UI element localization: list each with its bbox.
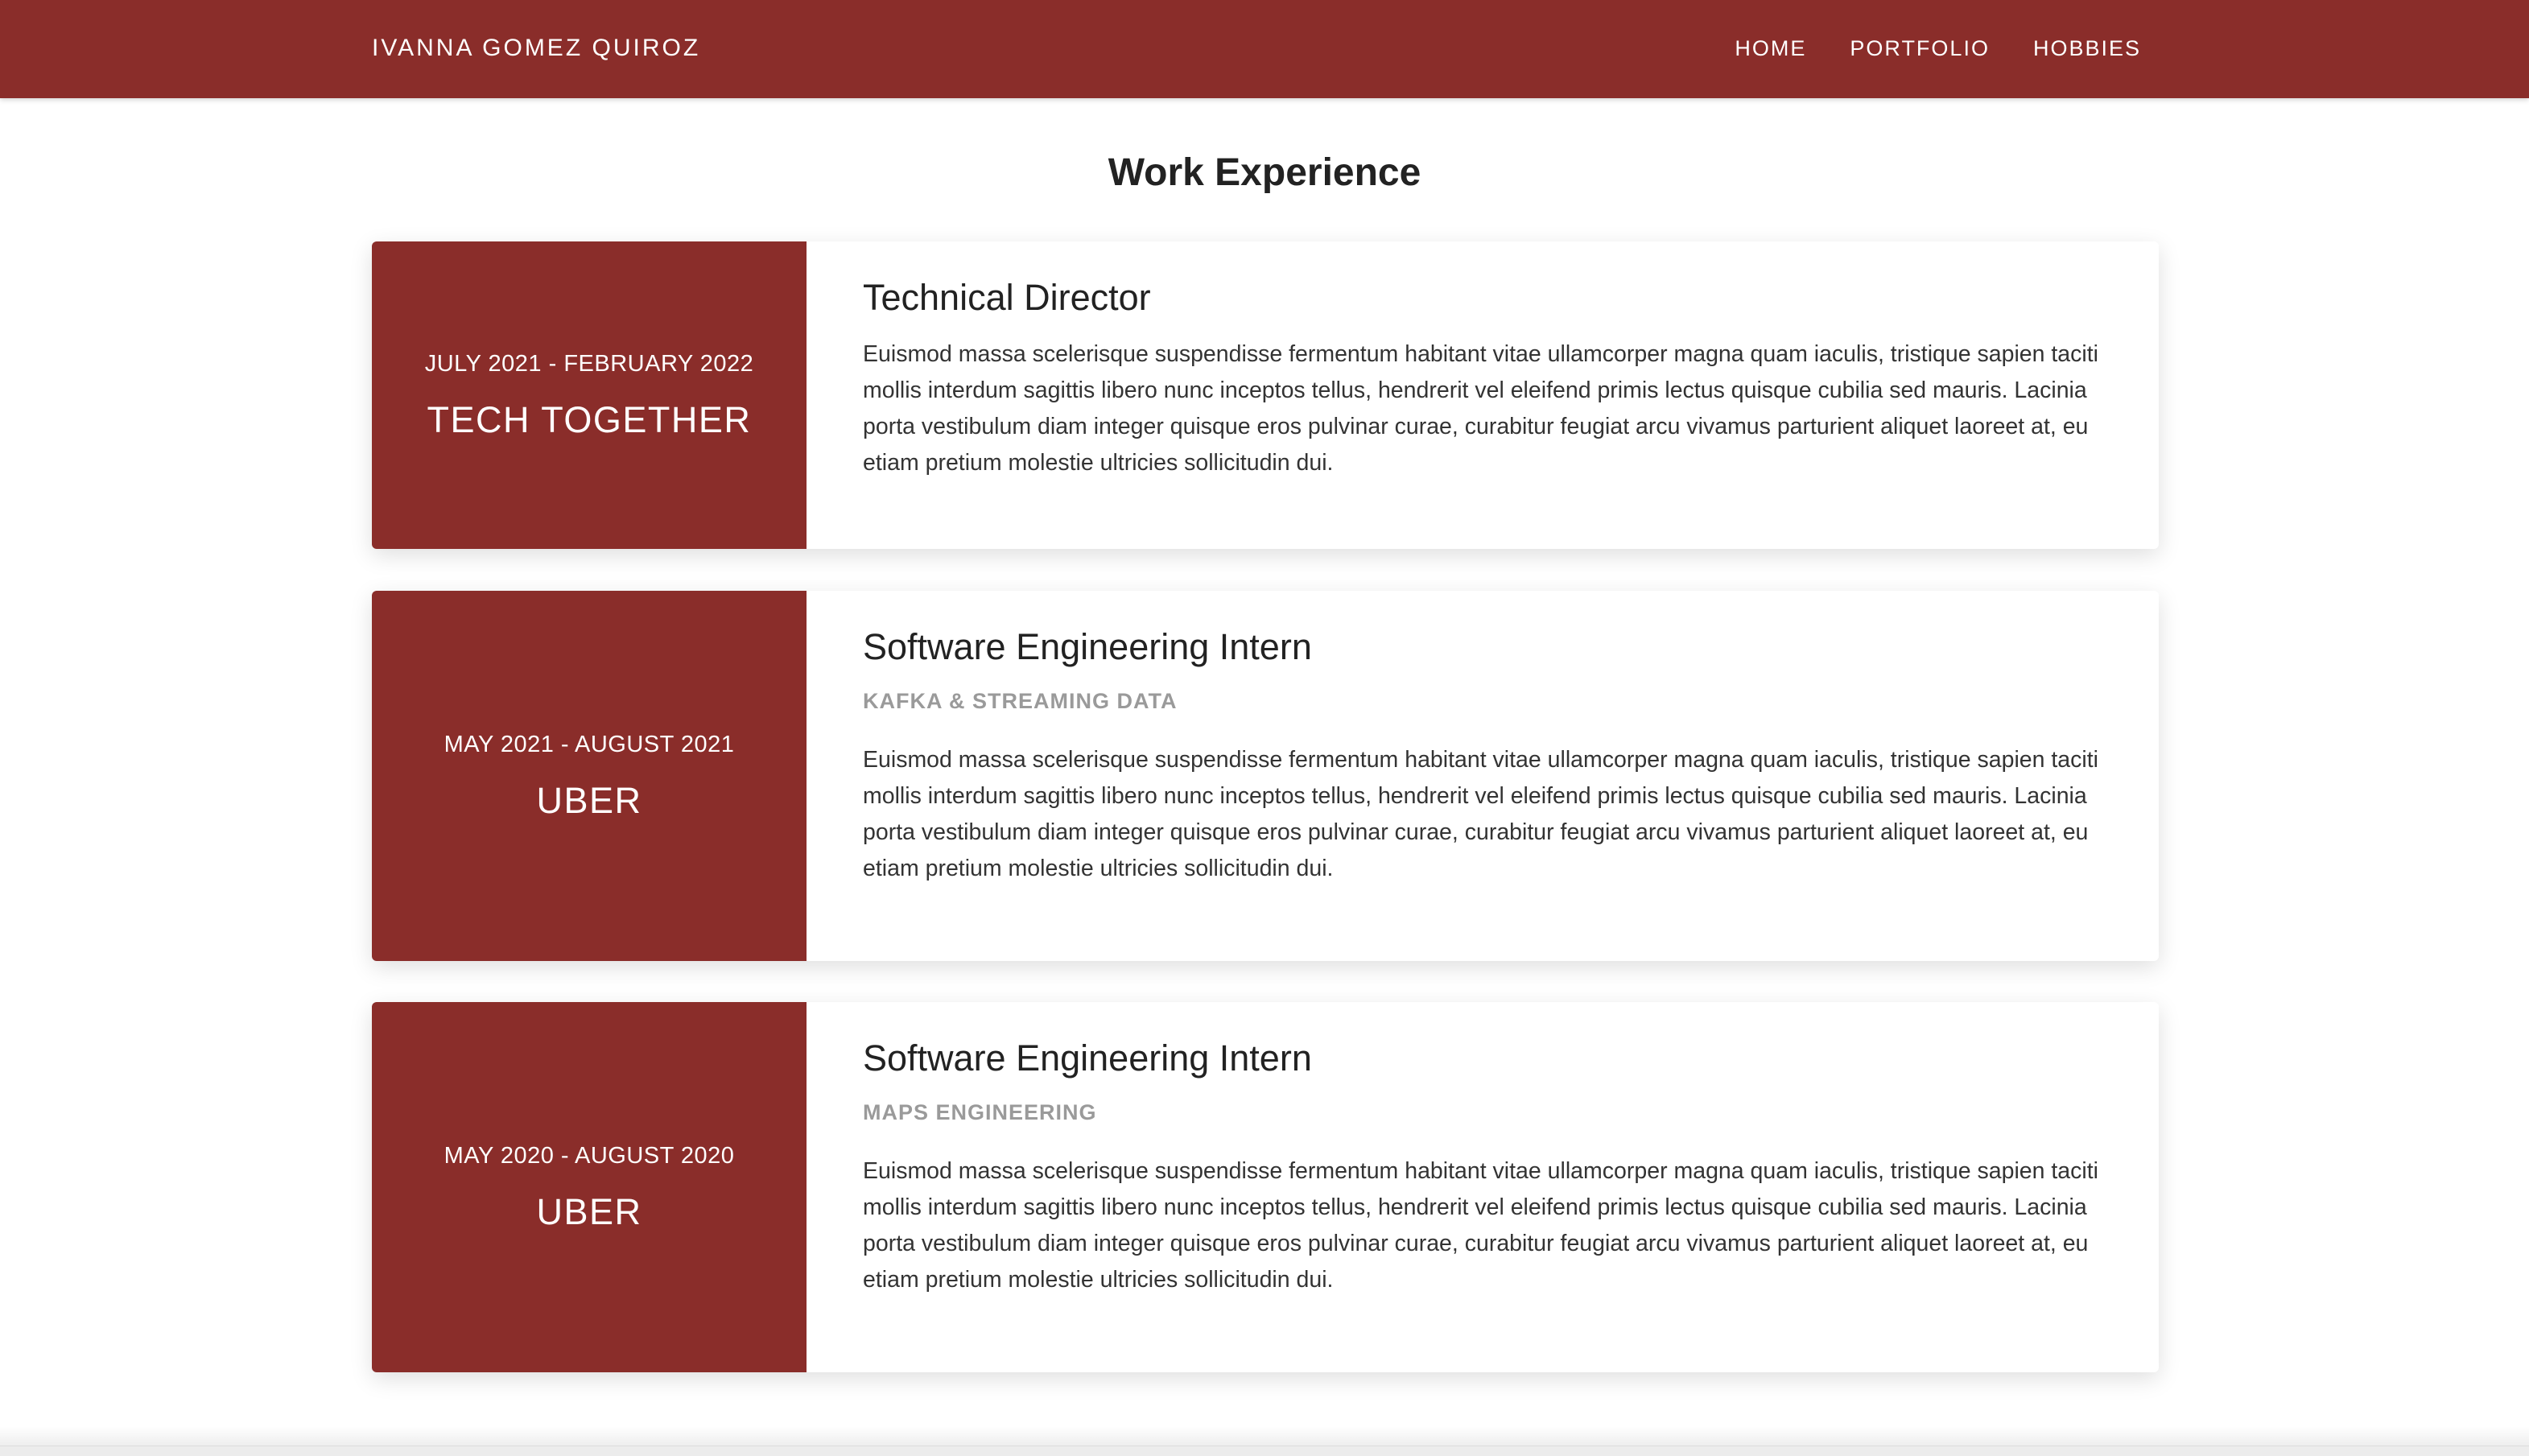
experience-role: Software Engineering Intern — [863, 626, 1312, 667]
experience-side-panel: MAY 2021 - AUGUST 2021 UBER — [372, 591, 807, 961]
navbar: IVANNA GOMEZ QUIROZ HOME PORTFOLIO HOBBI… — [0, 0, 2529, 98]
section-title: Work Experience — [1108, 151, 1421, 194]
experience-card: MAY 2020 - AUGUST 2020 UBER Software Eng… — [372, 1002, 2159, 1372]
experience-side-panel: MAY 2020 - AUGUST 2020 UBER — [372, 1002, 807, 1372]
experience-description: Euismod massa scelerisque suspendisse fe… — [863, 341, 2098, 476]
experience-side-panel: JULY 2021 - FEBRUARY 2022 TECH TOGETHER — [372, 241, 807, 549]
experience-card: JULY 2021 - FEBRUARY 2022 TECH TOGETHER … — [372, 241, 2159, 549]
experience-dates: MAY 2020 - AUGUST 2020 — [444, 1143, 735, 1169]
experience-card: MAY 2021 - AUGUST 2021 UBER Software Eng… — [372, 591, 2159, 961]
nav-link-portfolio[interactable]: PORTFOLIO — [1850, 32, 1990, 64]
experience-subtitle: MAPS ENGINEERING — [863, 1100, 1097, 1124]
experience-role: Technical Director — [863, 277, 1151, 318]
experience-body: Technical Director Euismod massa sceleri… — [807, 241, 2159, 549]
experience-company: TECH TOGETHER — [427, 399, 752, 440]
nav-link-hobbies[interactable]: HOBBIES — [2033, 32, 2141, 64]
experience-dates: JULY 2021 - FEBRUARY 2022 — [424, 351, 754, 377]
brand-link[interactable]: IVANNA GOMEZ QUIROZ — [372, 32, 700, 64]
experience-company: UBER — [536, 780, 642, 821]
experience-body: Software Engineering Intern MAPS ENGINEE… — [807, 1002, 2159, 1372]
experience-description: Euismod massa scelerisque suspendisse fe… — [863, 747, 2098, 881]
experience-body: Software Engineering Intern KAFKA & STRE… — [807, 591, 2159, 961]
experience-description: Euismod massa scelerisque suspendisse fe… — [863, 1158, 2098, 1293]
footer-edge — [0, 1446, 2529, 1456]
experience-company: UBER — [536, 1191, 642, 1232]
nav-link-home[interactable]: HOME — [1735, 32, 1806, 64]
nav-menu: HOME PORTFOLIO HOBBIES — [1735, 32, 2141, 64]
experience-role: Software Engineering Intern — [863, 1037, 1312, 1079]
experience-dates: MAY 2021 - AUGUST 2021 — [444, 732, 735, 757]
experience-subtitle: KAFKA & STREAMING DATA — [863, 689, 1178, 713]
